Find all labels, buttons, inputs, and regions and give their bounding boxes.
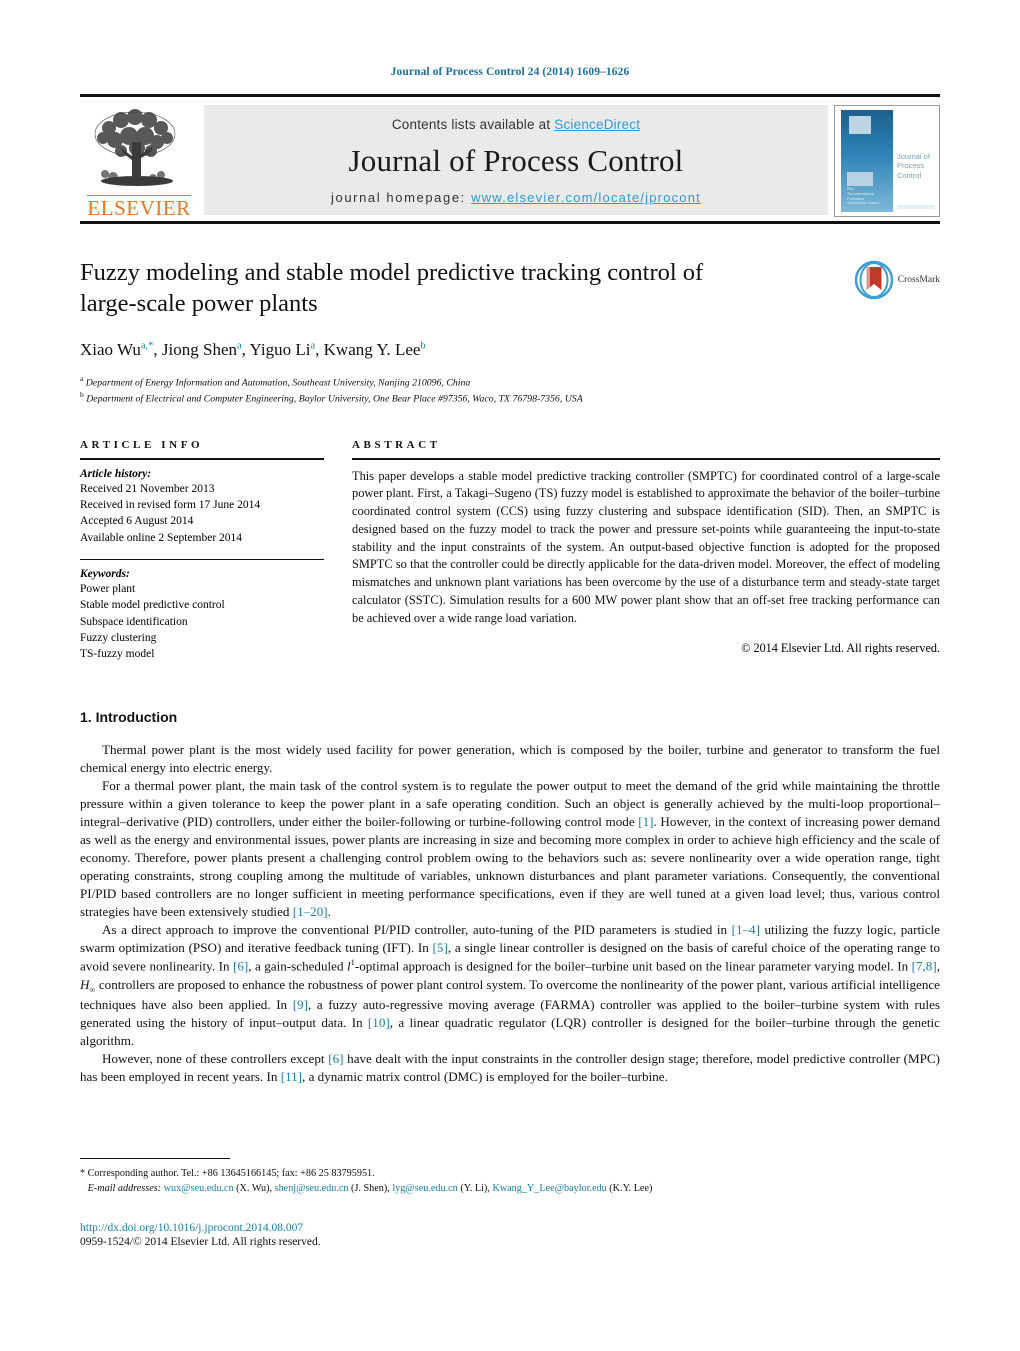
email-link-wux[interactable]: wux@seu.edu.cn — [164, 1183, 234, 1194]
affil-marker-a: a — [80, 373, 84, 383]
homepage-prefix: journal homepage: — [331, 190, 472, 205]
cover-footer-band — [897, 205, 935, 209]
running-head: Journal of Process Control 24 (2014) 160… — [390, 66, 630, 78]
affiliation-a: a Department of Energy Information and A… — [80, 374, 810, 390]
citation-link[interactable]: [1] — [638, 814, 653, 829]
elsevier-wordmark: ELSEVIER — [87, 194, 191, 220]
citation-link[interactable]: [10] — [368, 1015, 390, 1030]
citation-link[interactable]: [11] — [281, 1069, 302, 1084]
body-paragraph-2: For a thermal power plant, the main task… — [80, 777, 941, 920]
cover-publisher-mark-icon — [849, 116, 871, 134]
page-title: Fuzzy modeling and stable model predicti… — [80, 259, 704, 317]
author-affil-marker: a — [237, 340, 242, 352]
email-label: E-mail addresses: — [87, 1183, 162, 1195]
cover-spine-caption: IFAC The International Federation of Autom… — [847, 187, 880, 206]
abstract-text: This paper develops a stable model predi… — [352, 468, 940, 625]
citation-link[interactable]: [7,8] — [912, 959, 937, 974]
abstract-rule — [352, 457, 940, 460]
elsevier-tree-icon — [94, 108, 176, 186]
abstract-copyright: © 2014 Elsevier Ltd. All rights reserved… — [741, 641, 940, 656]
author-affil-marker: b — [420, 340, 426, 352]
abstract-column: ABSTRACT This paper develops a stable mo… — [352, 439, 940, 663]
paper-page: Journal of Process Control 24 (2014) 160… — [0, 0, 1020, 1351]
journal-cover-thumbnail: IFAC The International Federation of Autom… — [834, 105, 940, 217]
email-owner-wux: (X. Wu) — [236, 1183, 270, 1195]
affiliation-a-text: Department of Energy Information and Aut… — [85, 376, 471, 388]
history-revised: Received in revised form 17 June 2014 — [80, 498, 261, 511]
body-paragraph-4: However, none of these controllers excep… — [80, 1051, 940, 1085]
article-info-heading: ARTICLE INFO — [80, 438, 204, 451]
footnote-block: * Corresponding author. Tel.: +86 136451… — [80, 1158, 940, 1197]
citation-link[interactable]: [6] — [328, 1051, 343, 1066]
corresponding-author-note: * Corresponding author. Tel.: +86 136451… — [80, 1168, 375, 1179]
email-addresses-note: E-mail addresses: wux@seu.edu.cn (X. Wu)… — [87, 1183, 653, 1195]
abstract-heading: ABSTRACT — [352, 438, 441, 451]
introduction-section: 1. Introduction Thermal power plant is t… — [80, 709, 940, 1087]
sciencedirect-link[interactable]: ScienceDirect — [554, 117, 640, 132]
footnote-rule — [80, 1158, 230, 1159]
info-abstract-section: ARTICLE INFO Article history: Received 2… — [80, 439, 940, 663]
history-received: Received 21 November 2013 — [80, 482, 215, 495]
contents-list-line: Contents lists available at ScienceDirec… — [392, 117, 640, 132]
crossmark-badge[interactable]: CrossMark — [830, 258, 940, 407]
section-title: 1. Introduction — [80, 708, 178, 725]
cover-journal-title: Journal of Process Control — [897, 152, 930, 180]
email-owner-lyg: (Y. Li) — [460, 1183, 488, 1195]
affiliation-b-text: Department of Electrical and Computer En… — [86, 393, 583, 405]
contents-prefix: Contents lists available at — [391, 117, 555, 132]
email-link-lyg[interactable]: lyg@seu.edu.cn — [392, 1183, 457, 1194]
article-info-rule — [80, 457, 324, 460]
citation-link[interactable]: [9] — [293, 997, 308, 1012]
journal-homepage-link[interactable]: www.elsevier.com/locate/jprocont — [471, 190, 701, 205]
crossmark-label: CrossMark — [897, 275, 940, 285]
keyword-item: Stable model predictive control — [80, 599, 225, 612]
citation-link[interactable]: [5] — [433, 940, 448, 955]
masthead-center: Contents lists available at ScienceDirec… — [204, 105, 828, 215]
keyword-item: TS-fuzzy model — [80, 648, 155, 661]
title-block: Fuzzy modeling and stable model predicti… — [80, 258, 940, 407]
article-history-label: Article history: — [80, 467, 152, 480]
article-info-column: ARTICLE INFO Article history: Received 2… — [80, 439, 324, 663]
citation-link[interactable]: [1–4] — [732, 922, 760, 937]
email-owner-shenj: (J. Shen) — [351, 1183, 388, 1195]
body-paragraph-1: Thermal power plant is the most widely u… — [80, 741, 940, 775]
email-link-shenj[interactable]: shenj@seu.edu.cn — [275, 1183, 349, 1194]
affil-marker-b: b — [80, 390, 84, 400]
citation-link[interactable]: [1–20] — [293, 904, 328, 919]
keyword-item: Fuzzy clustering — [80, 631, 157, 644]
keyword-item: Power plant — [80, 582, 136, 595]
crossmark-icon[interactable] — [854, 260, 894, 300]
issn-copyright-line: 0959-1524/© 2014 Elsevier Ltd. All right… — [80, 1236, 321, 1248]
affiliation-b: b Department of Electrical and Computer … — [80, 390, 810, 406]
doi-block: http://dx.doi.org/10.1016/j.jprocont.201… — [80, 1222, 940, 1248]
doi-link[interactable]: http://dx.doi.org/10.1016/j.jprocont.201… — [80, 1222, 940, 1234]
author-affil-marker: a,* — [140, 340, 154, 352]
journal-title: Journal of Process Control — [348, 143, 684, 178]
history-accepted: Accepted 6 August 2014 — [80, 515, 194, 528]
keyword-item: Subspace identification — [80, 615, 188, 628]
email-owner-lee: (K.Y. Lee) — [609, 1183, 653, 1195]
email-link-lee[interactable]: Kwang_Y_Lee@baylor.edu — [492, 1183, 606, 1194]
elsevier-logo: ELSEVIER — [80, 101, 198, 221]
keywords-label: Keywords: — [80, 567, 130, 580]
citation-link[interactable]: [6] — [233, 959, 248, 974]
keywords-rule — [80, 558, 324, 560]
body-paragraph-3: As a direct approach to improve the conv… — [80, 922, 940, 1049]
journal-homepage-line: journal homepage: www.elsevier.com/locat… — [331, 190, 701, 205]
journal-masthead: ELSEVIER Contents lists available at Sci… — [80, 94, 940, 224]
history-online: Available online 2 September 2014 — [80, 531, 243, 544]
author-affil-marker: a — [310, 340, 316, 352]
cover-society-mark-icon — [847, 172, 873, 186]
author-list: Xiao Wua,*, Jiong Shena, Yiguo Lia, Kwan… — [80, 339, 426, 359]
